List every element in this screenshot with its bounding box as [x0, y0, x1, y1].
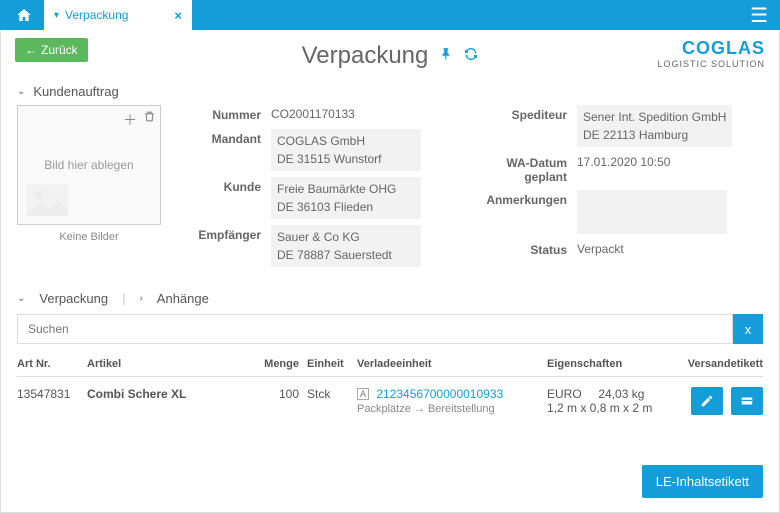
label-mandant: Mandant — [171, 129, 271, 171]
col-einheit: Einheit — [307, 358, 357, 370]
value-anmerkungen[interactable] — [577, 190, 727, 234]
search-input[interactable] — [17, 314, 733, 344]
menu-button[interactable]: ☰ — [746, 3, 772, 28]
tab-close-button[interactable]: × — [174, 8, 182, 23]
value-kunde: Freie Baumärkte OHG DE 36103 Flieden — [271, 177, 421, 219]
label-wa-datum: WA-Datum geplant — [477, 153, 577, 184]
pin-icon[interactable] — [440, 47, 454, 66]
home-button[interactable] — [8, 0, 40, 30]
label-spediteur: Spediteur — [477, 105, 577, 147]
value-nummer: CO2001170133 — [271, 105, 355, 123]
col-artikel: Artikel — [87, 358, 247, 370]
delete-image-icon[interactable] — [143, 110, 156, 130]
col-eigen: Eigenschaften — [547, 358, 677, 370]
label-status: Status — [477, 240, 577, 258]
table-row: 13547831 Combi Schere XL 100 Stck A 2123… — [17, 377, 763, 425]
cell-verlade: A 2123456700000010933 Packplätze → Berei… — [357, 387, 547, 415]
value-spediteur: Sener Int. Spedition GmbH DE 22113 Hambu… — [577, 105, 732, 147]
tab-verpackung-body[interactable]: Verpackung — [39, 291, 108, 306]
tab-verpackung[interactable]: ▾ Verpackung × — [44, 0, 192, 30]
le-sub: Packplätze → Bereitstellung — [357, 403, 547, 415]
search-clear-button[interactable]: x — [733, 314, 763, 344]
label-empfaenger: Empfänger — [171, 225, 271, 267]
col-verlade: Verladeeinheit — [357, 358, 547, 370]
label-anmerkungen: Anmerkungen — [477, 190, 577, 234]
cell-artnr: 13547831 — [17, 387, 87, 401]
label-nummer: Nummer — [171, 105, 271, 123]
value-status: Verpackt — [577, 240, 624, 258]
section-title-order: Kundenauftrag — [33, 84, 118, 99]
page-title: Verpackung — [302, 42, 429, 70]
cell-artikel: Combi Schere XL — [87, 387, 247, 401]
col-menge: Menge — [247, 358, 307, 370]
collapse-packing-icon[interactable]: ⌄ — [17, 293, 25, 304]
expand-anhaenge-icon[interactable]: › — [139, 293, 142, 304]
le-badge: A — [357, 388, 369, 400]
brand-logo: COGLAS LOGISTIC SOLUTION — [657, 38, 765, 69]
col-versand: Versandetikett — [677, 358, 763, 370]
refresh-icon[interactable] — [464, 47, 478, 66]
image-dropzone[interactable]: ＋ Bild hier ablegen — [17, 105, 161, 225]
image-caption: Keine Bilder — [17, 231, 161, 243]
label-kunde: Kunde — [171, 177, 271, 219]
value-empfaenger: Sauer & Co KG DE 78887 Sauerstedt — [271, 225, 421, 267]
col-artnr: Art Nr. — [17, 358, 87, 370]
le-link[interactable]: 2123456700000010933 — [376, 387, 503, 401]
add-image-icon[interactable]: ＋ — [123, 110, 137, 130]
cell-eigen: EURO 24,03 kg 1,2 m x 0,8 m x 2 m — [547, 387, 677, 415]
edit-button[interactable] — [691, 387, 723, 415]
shipping-label-button[interactable] — [731, 387, 763, 415]
value-mandant: COGLAS GmbH DE 31515 Wunstorf — [271, 129, 421, 171]
tab-anhaenge[interactable]: Anhänge — [157, 291, 209, 306]
value-wa-datum: 17.01.2020 10:50 — [577, 153, 670, 184]
le-content-label-button[interactable]: LE-Inhaltsetikett — [642, 465, 763, 498]
tab-label: Verpackung — [65, 8, 128, 22]
chevron-down-icon: ▾ — [54, 10, 59, 21]
collapse-order-icon[interactable]: ⌄ — [17, 86, 25, 97]
cell-menge: 100 — [247, 387, 307, 401]
cell-einheit: Stck — [307, 387, 357, 401]
